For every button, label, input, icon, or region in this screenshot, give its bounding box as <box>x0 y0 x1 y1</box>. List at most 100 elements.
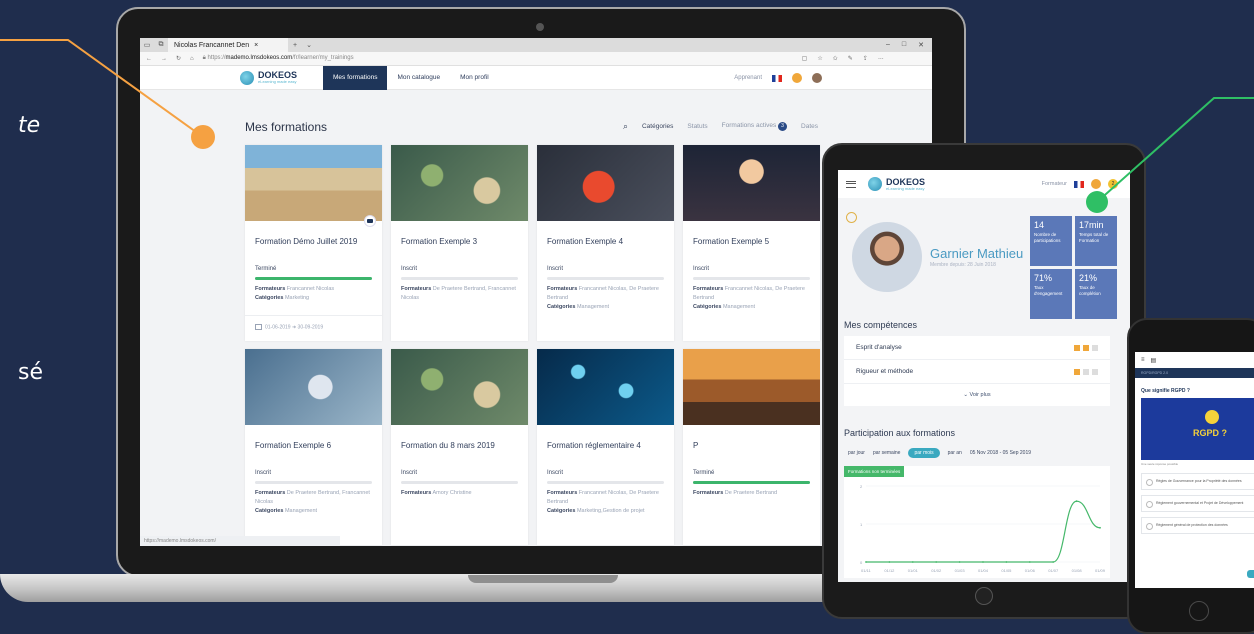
period-tab-active[interactable]: par mois <box>908 448 940 458</box>
refresh-icon[interactable]: ↻ <box>176 55 181 62</box>
settings-icon[interactable] <box>1091 179 1101 189</box>
tab-list-chevron-icon[interactable]: ⌄ <box>302 41 316 49</box>
course-title: Formation Exemple 4 <box>547 237 624 246</box>
course-categories: Management <box>576 304 610 310</box>
filter-active[interactable]: Formations actives 3 <box>722 122 788 131</box>
notifications-badge[interactable]: 2 <box>1108 179 1118 189</box>
url-field[interactable]: 🔒︎ https://mademo.lmsdokeos.com/fr/learn… <box>203 55 793 62</box>
tabs-aside-icon[interactable]: ⧉ <box>154 41 168 49</box>
notifications-icon[interactable] <box>792 73 802 83</box>
favorite-star-icon[interactable]: ☆ <box>817 55 822 62</box>
stat-label: Nombre de participations <box>1034 232 1061 243</box>
stat-tile: 71% Taux d'engagement <box>1030 269 1072 319</box>
course-formateurs: De Praetere Bertrand <box>724 490 778 496</box>
period-tab[interactable]: par an <box>948 450 962 456</box>
course-card[interactable]: Formation Démo Juillet 2019 Terminé Form… <box>245 145 382 341</box>
course-meta: Formateurs Francannet Nicolas Catégories… <box>245 280 382 303</box>
chart-y-tick: 2 <box>860 484 863 489</box>
dokeos-logo[interactable]: DOKEOS eLearning made easy <box>240 70 297 85</box>
menu-icon[interactable] <box>846 180 856 188</box>
forward-icon[interactable]: → <box>161 56 167 62</box>
nav-mes-formations[interactable]: Mes formations <box>323 65 388 90</box>
chart-series-line <box>865 500 1101 563</box>
participation-title: Participation aux formations <box>844 428 956 438</box>
home-icon[interactable]: ⌂ <box>190 56 194 62</box>
answer-option[interactable]: Règlement général de protection des donn… <box>1141 517 1254 534</box>
back-icon[interactable]: ← <box>146 56 152 62</box>
courses-grid: Formation Démo Juillet 2019 Terminé Form… <box>245 145 820 545</box>
user-avatar[interactable] <box>812 73 822 83</box>
chart-point <box>982 561 984 563</box>
course-categories: Management <box>722 304 756 310</box>
app-nav: DOKEOS eLearning made easy Mes formation… <box>140 65 932 90</box>
course-card[interactable]: Formation du 8 mars 2019 Inscrit Formate… <box>391 349 528 545</box>
pen-icon[interactable]: ✎ <box>848 55 853 62</box>
nav-mon-catalogue[interactable]: Mon catalogue <box>387 66 450 90</box>
laptop-screen: ▭ ⧉ Nicolas Francannet Den × + ⌄ – □ ✕ ←… <box>140 38 932 546</box>
course-card[interactable]: Formation Exemple 6 Inscrit Formateurs D… <box>245 349 382 545</box>
reading-view-icon[interactable]: ▢ <box>802 55 808 62</box>
course-card[interactable]: P Terminé Formateurs De Praetere Bertran… <box>683 349 820 545</box>
categories-label: Catégories <box>547 304 576 310</box>
browser-tab[interactable]: Nicolas Francannet Den × <box>168 38 288 52</box>
phone-home-button[interactable] <box>1189 601 1209 621</box>
window-close-icon[interactable]: ✕ <box>918 41 924 49</box>
period-tab[interactable]: par semaine <box>873 450 901 456</box>
role-selector[interactable]: Apprenant <box>734 75 762 81</box>
url-domain: mademo.lmsdokeos.com <box>225 55 293 61</box>
rgpd-banner-text: RGPD ? <box>1193 428 1228 438</box>
course-status: Inscrit <box>547 266 564 272</box>
new-tab-button[interactable]: + <box>288 42 302 49</box>
more-icon[interactable]: … <box>878 55 884 62</box>
voir-plus-link[interactable]: ⌄ Voir plus <box>844 384 1110 406</box>
edit-pen-icon[interactable] <box>846 212 857 223</box>
answer-option[interactable]: Règlement gouvernemental et Projet de Dé… <box>1141 495 1254 512</box>
course-card[interactable]: Formation Exemple 4 Inscrit Formateurs F… <box>537 145 674 341</box>
book-icon[interactable]: ▤ <box>1151 357 1157 364</box>
course-title: Formation Exemple 3 <box>401 237 478 246</box>
tablet-home-button[interactable] <box>975 587 993 605</box>
formateurs-label: Formateurs <box>693 286 724 292</box>
search-icon[interactable]: ⌕ <box>623 121 628 132</box>
submit-button[interactable] <box>1247 570 1254 578</box>
filter-dates[interactable]: Dates <box>801 123 818 130</box>
voir-plus-label: Voir plus <box>969 392 991 398</box>
favorites-icon[interactable]: ✩ <box>833 55 838 62</box>
tab-close-icon[interactable]: × <box>254 42 258 49</box>
stats-grid: 14 Nombre de participations 17min Temps to… <box>1030 216 1117 319</box>
filter-categories[interactable]: Catégories <box>642 123 673 130</box>
course-card[interactable]: Formation réglementaire 4 Inscrit Format… <box>537 349 674 545</box>
laptop-notch <box>468 575 618 583</box>
menu-icon[interactable]: ≡ <box>1141 357 1145 363</box>
lock-icon: 🔒︎ <box>202 55 206 61</box>
answer-option[interactable]: Règles de Gouvernance pour la Propriété … <box>1141 473 1254 490</box>
nav-mon-profil[interactable]: Mon profil <box>450 66 499 90</box>
tablet-logo[interactable]: DOKEOS eLearning made easy <box>868 177 925 191</box>
course-card[interactable]: Formation Exemple 5 Inscrit Formateurs F… <box>683 145 820 341</box>
skill-row[interactable]: Esprit d'analyse <box>844 336 1110 360</box>
browser-status-url: https://mademo.lmsdokeos.com/ <box>140 536 340 546</box>
chart-point <box>1099 526 1101 529</box>
minimize-icon[interactable]: – <box>886 41 890 49</box>
dokeos-logo-icon <box>868 177 882 191</box>
period-tab[interactable]: par jour <box>848 450 865 456</box>
tab-manager-icon[interactable]: ▭ <box>140 41 154 49</box>
tablet-role-selector[interactable]: Formateur <box>1042 181 1067 187</box>
chart-y-tick: 0 <box>860 560 863 565</box>
stat-tile: 14 Nombre de participations <box>1030 216 1072 266</box>
course-status: Inscrit <box>693 266 710 272</box>
course-image <box>391 145 528 221</box>
maximize-icon[interactable]: □ <box>902 41 906 49</box>
share-icon[interactable]: ⇪ <box>863 55 868 62</box>
date-range[interactable]: 05 Nov 2018 - 05 Sep 2019 <box>970 450 1031 456</box>
language-flag-icon[interactable] <box>772 74 782 82</box>
skill-level-icon <box>1083 369 1089 375</box>
skill-row[interactable]: Rigueur et méthode <box>844 360 1110 384</box>
filter-statuts[interactable]: Statuts <box>687 123 707 130</box>
language-flag-icon[interactable] <box>1074 180 1084 188</box>
course-title: Formation Exemple 6 <box>255 441 332 450</box>
url-prefix: https:// <box>207 55 226 61</box>
chart-point <box>1052 561 1055 563</box>
course-card[interactable]: Formation Exemple 3 Inscrit Formateurs D… <box>391 145 528 341</box>
skill-level-icon <box>1083 345 1089 351</box>
